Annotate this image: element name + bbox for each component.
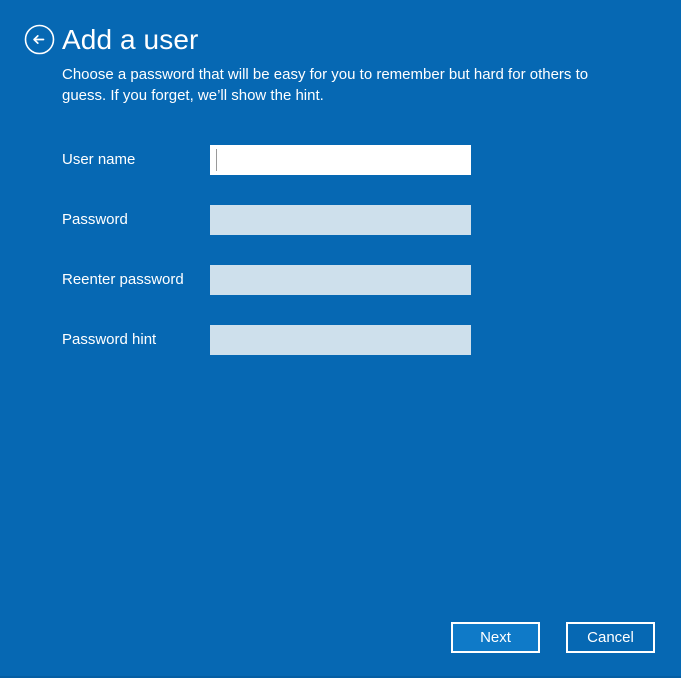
form-row-reenter-password: Reenter password — [0, 265, 681, 295]
page-title: Add a user — [62, 24, 199, 55]
password-hint-input[interactable] — [210, 325, 471, 355]
label-user-name: User name — [62, 151, 136, 168]
label-password-hint: Password hint — [62, 331, 157, 348]
add-user-form: User name Password Reenter password Pass… — [0, 145, 681, 385]
next-button[interactable]: Next — [451, 622, 540, 653]
wizard-footer: Next Cancel — [451, 622, 655, 653]
password-input[interactable] — [210, 205, 471, 235]
label-reenter-password: Reenter password — [62, 271, 184, 288]
cancel-button[interactable]: Cancel — [566, 622, 655, 653]
user-name-input[interactable] — [210, 145, 471, 175]
form-row-password-hint: Password hint — [0, 325, 681, 355]
form-row-password: Password — [0, 205, 681, 235]
add-user-wizard: Add a user Choose a password that will b… — [0, 0, 681, 678]
back-icon[interactable] — [24, 24, 55, 55]
reenter-password-input[interactable] — [210, 265, 471, 295]
form-row-user-name: User name — [0, 145, 681, 175]
label-password: Password — [62, 211, 128, 228]
page-subtitle: Choose a password that will be easy for … — [62, 66, 589, 104]
